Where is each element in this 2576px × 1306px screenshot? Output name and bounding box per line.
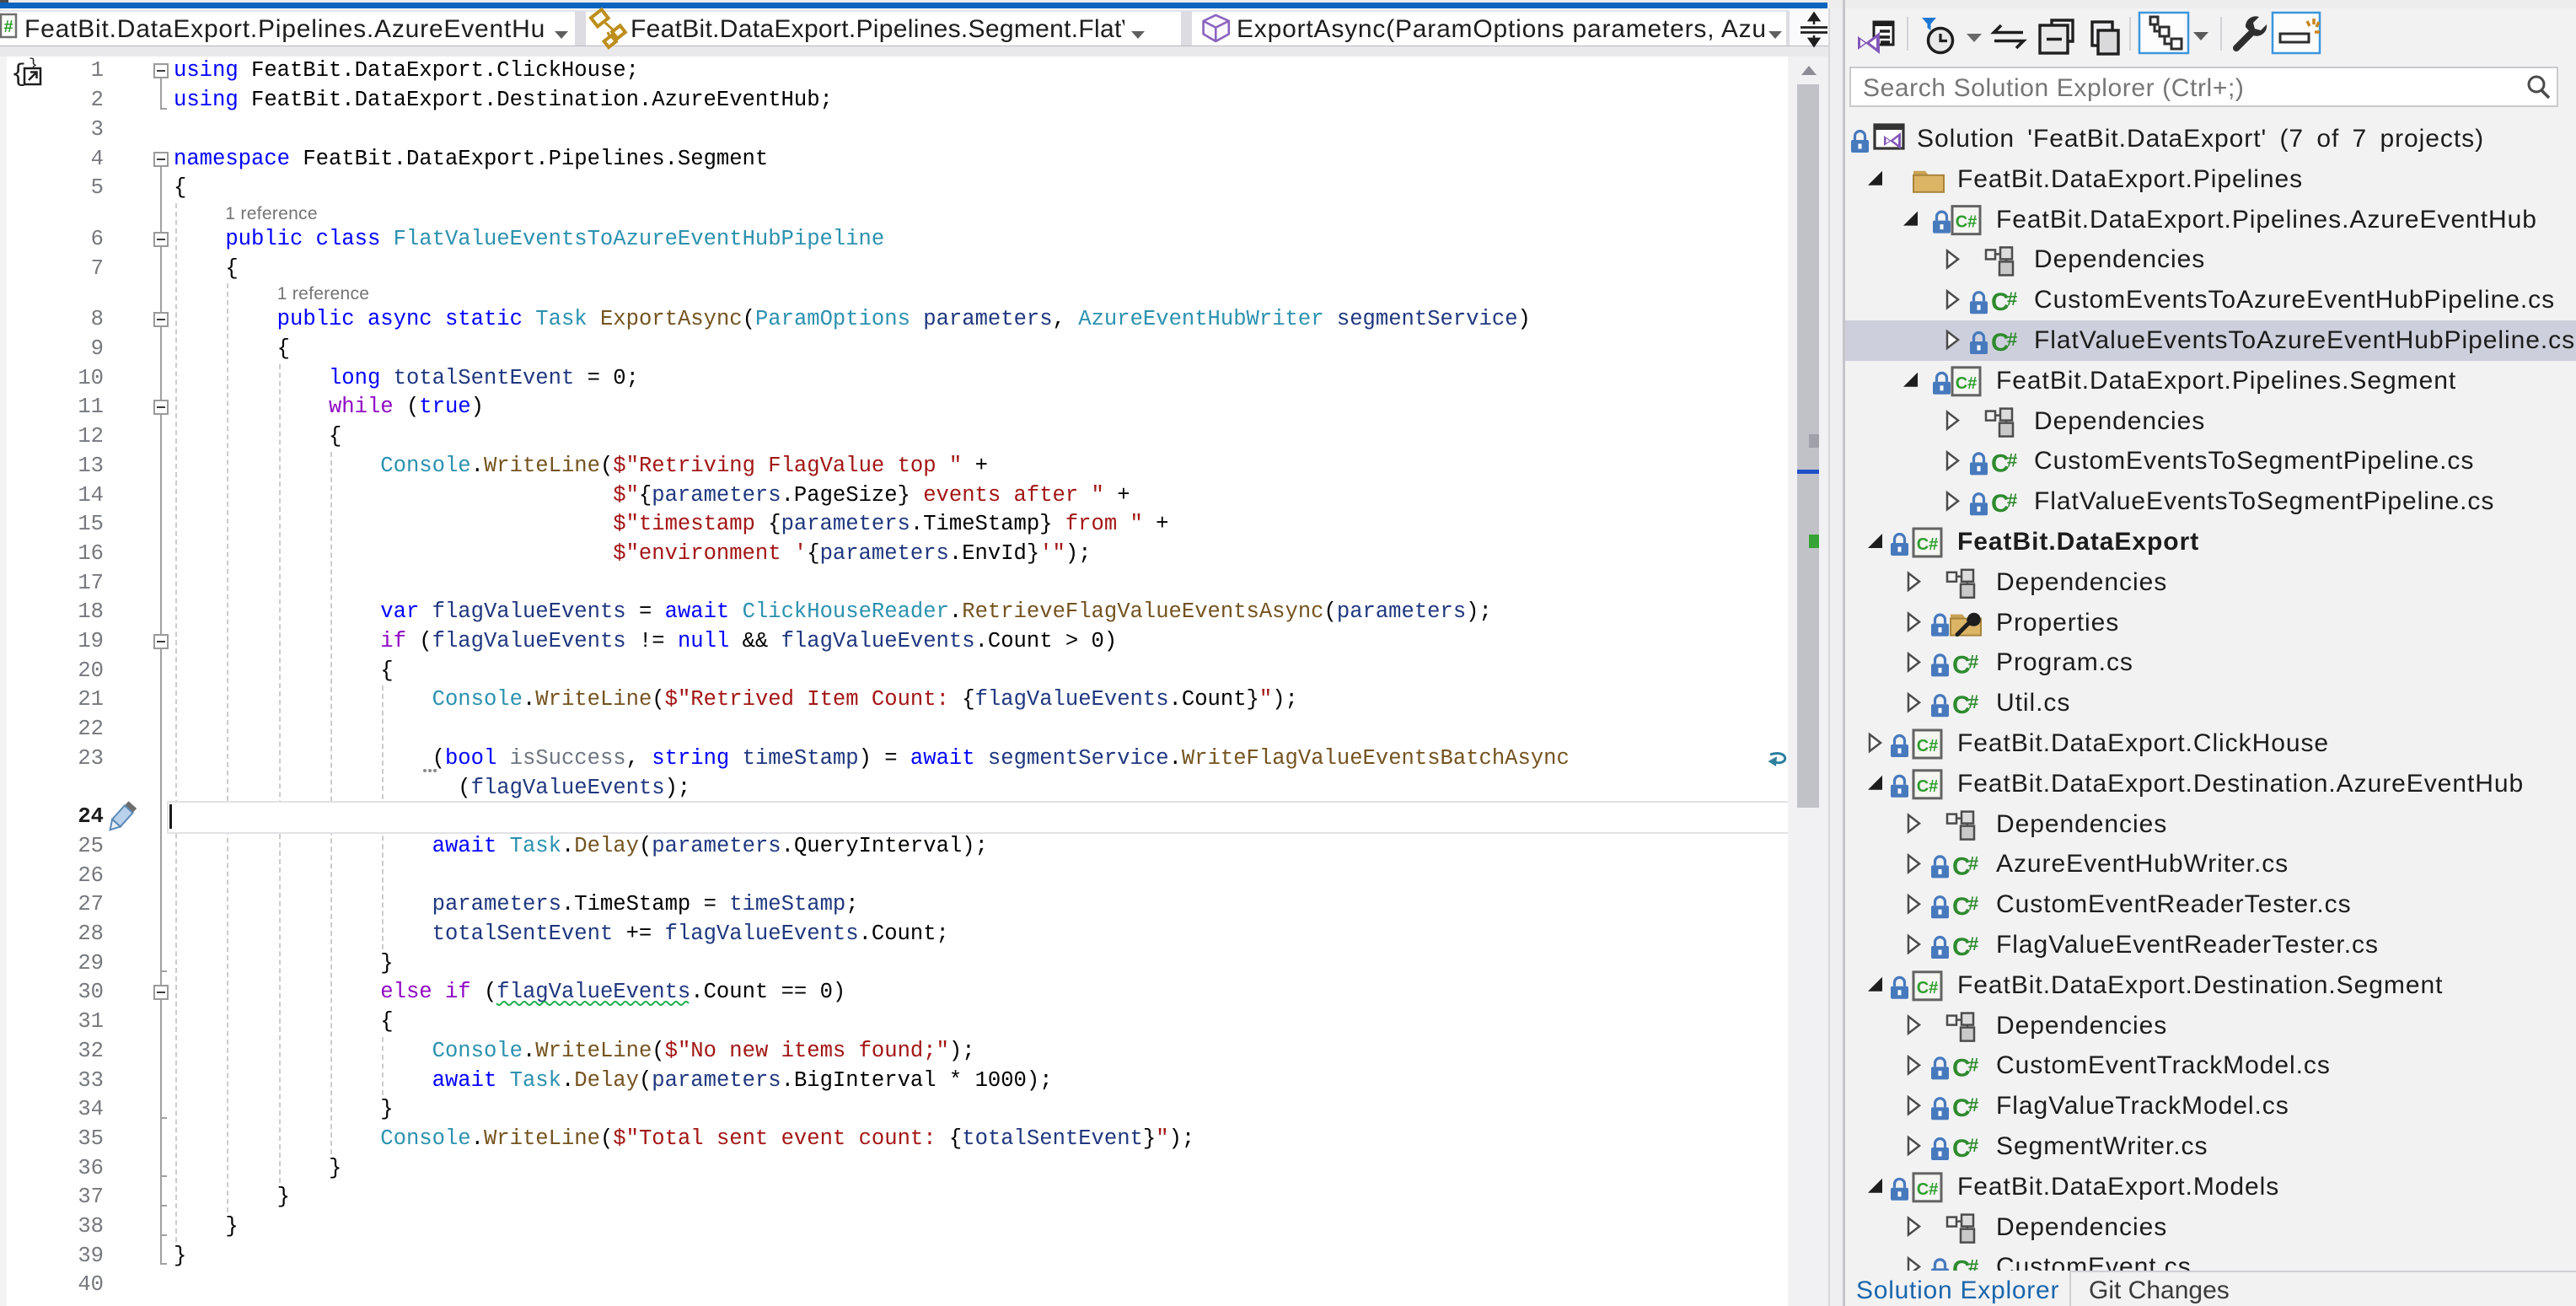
svg-text:#: # xyxy=(1968,1094,1978,1115)
svg-text:C#: C# xyxy=(1917,535,1939,554)
svg-text:#: # xyxy=(1968,893,1978,914)
svg-text:C#: C# xyxy=(1917,737,1939,755)
svg-text:#: # xyxy=(2007,449,2017,470)
svg-text:#: # xyxy=(2007,490,2017,511)
svg-text:#: # xyxy=(1968,691,1978,712)
svg-text:#: # xyxy=(2007,329,2017,350)
svg-text:#: # xyxy=(2007,288,2017,309)
svg-text:C#: C# xyxy=(1956,374,1978,393)
svg-text:C#: C# xyxy=(1956,213,1978,232)
svg-text:C#: C# xyxy=(1917,979,1939,997)
svg-text:#: # xyxy=(1968,1054,1978,1075)
svg-text:C#: C# xyxy=(1917,777,1939,796)
svg-text:#: # xyxy=(1968,1135,1978,1156)
svg-text:#: # xyxy=(1968,651,1978,672)
svg-text:C#: C# xyxy=(1917,1180,1939,1199)
svg-text:#: # xyxy=(1968,852,1978,873)
svg-text:#: # xyxy=(1968,933,1978,954)
